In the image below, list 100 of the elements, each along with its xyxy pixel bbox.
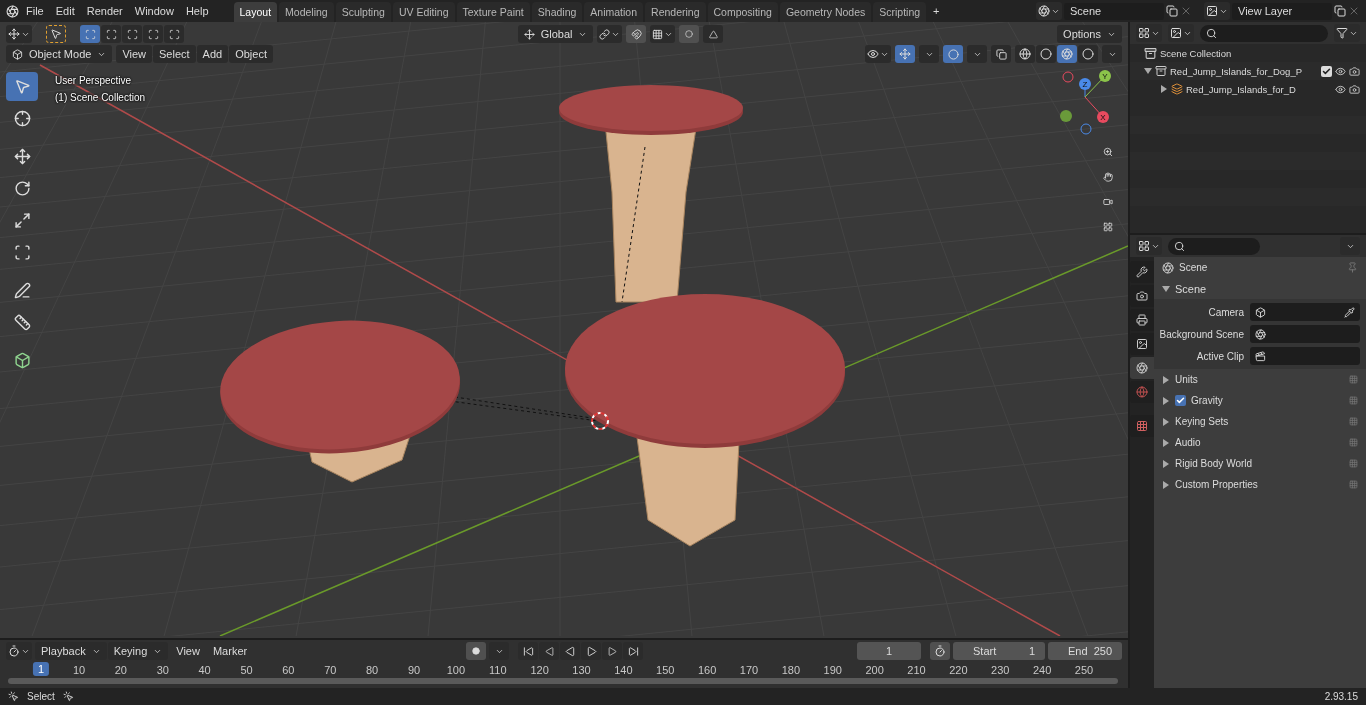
axis-handle[interactable]: Y — [1099, 70, 1111, 82]
shading-mode-button[interactable] — [1036, 45, 1056, 63]
view-layer-tab[interactable] — [1130, 333, 1154, 355]
panel-header[interactable]: Units — [1175, 374, 1344, 385]
menu-item[interactable]: Render — [81, 3, 128, 19]
workspace-tab[interactable]: Rendering — [645, 2, 706, 22]
expand-arrow-icon[interactable] — [1144, 67, 1152, 75]
panel-header[interactable]: Audio — [1175, 437, 1344, 448]
select-mode-button[interactable] — [143, 25, 163, 43]
expand-arrow-icon[interactable] — [1162, 284, 1170, 293]
search-field[interactable] — [1200, 24, 1328, 42]
viewport-menu[interactable]: Add — [196, 45, 229, 63]
panel-header[interactable]: Keying Sets — [1175, 416, 1344, 427]
workspace-tab[interactable]: Scripting — [873, 2, 927, 22]
viewport-menu[interactable]: Select — [153, 45, 196, 63]
workspace-tab[interactable]: Layout — [233, 2, 278, 22]
timeline-menu[interactable]: Keying — [107, 642, 169, 660]
select-mode-button[interactable] — [164, 25, 184, 43]
play-reverse-button[interactable] — [560, 642, 581, 660]
workspace-tab[interactable]: Texture Paint — [456, 2, 530, 22]
scene-selector-button[interactable] — [1036, 2, 1062, 20]
exclude-checkbox[interactable] — [1321, 65, 1332, 77]
overlay-toggle-button[interactable] — [943, 45, 963, 63]
property-field[interactable] — [1250, 325, 1360, 343]
outliner-item[interactable]: Scene Collection — [1160, 47, 1360, 59]
add-workspace-button[interactable]: + — [928, 3, 945, 19]
mode-dropdown[interactable]: Object Mode — [6, 45, 113, 63]
editor-type-button[interactable] — [6, 25, 32, 43]
proportional-edit-button[interactable] — [679, 25, 700, 43]
shading-mode-button[interactable] — [1078, 45, 1098, 63]
select-tool-button[interactable] — [6, 72, 38, 101]
menu-item[interactable]: Edit — [50, 3, 80, 19]
prev-keyframe-button[interactable] — [539, 642, 560, 660]
timer-button[interactable] — [930, 642, 950, 660]
expand-arrow-icon[interactable] — [1162, 480, 1170, 489]
view-layer-button[interactable] — [1168, 24, 1194, 42]
scene-tab[interactable] — [1130, 357, 1154, 379]
select-mode-button[interactable] — [80, 25, 100, 43]
select-mode-button[interactable] — [101, 25, 121, 43]
next-keyframe-button[interactable] — [602, 642, 623, 660]
expand-arrow-icon[interactable] — [1162, 459, 1170, 468]
viewport-menu[interactable]: View — [116, 45, 153, 63]
axis-handle[interactable]: X — [1097, 111, 1109, 123]
orientation-dropdown[interactable]: Global — [517, 25, 594, 43]
jump-end-button[interactable] — [623, 642, 644, 660]
visibility-button[interactable] — [865, 45, 891, 63]
scene-field[interactable]: Scene — [1064, 2, 1164, 20]
pivot-button[interactable] — [597, 25, 623, 43]
select-mode-button[interactable] — [122, 25, 142, 43]
editor-type-button[interactable] — [1136, 237, 1162, 255]
timeline-menu[interactable]: Marker — [207, 643, 253, 659]
timeline-scrollbar[interactable] — [8, 678, 1118, 684]
options-dropdown[interactable]: Options — [1057, 25, 1122, 43]
search-field[interactable] — [1168, 237, 1260, 255]
workspace-tab[interactable]: Animation — [584, 2, 644, 22]
property-field[interactable] — [1250, 347, 1360, 365]
falloff-button[interactable] — [703, 25, 724, 43]
play-button[interactable] — [581, 642, 602, 660]
expand-arrow-icon[interactable] — [1162, 375, 1170, 384]
property-field[interactable] — [1250, 303, 1360, 321]
editor-type-button[interactable] — [6, 642, 32, 660]
expand-arrow-icon[interactable] — [1162, 438, 1170, 447]
timeline-menu[interactable]: Playback — [35, 642, 107, 660]
workspace-tab[interactable]: UV Editing — [392, 2, 455, 22]
view-layer-field[interactable]: View Layer — [1232, 2, 1332, 20]
start-frame-field[interactable]: Start 1 — [953, 642, 1045, 660]
world-tab[interactable] — [1130, 381, 1154, 403]
axis-handle[interactable]: Z — [1079, 78, 1091, 90]
record-button[interactable] — [466, 642, 487, 660]
workspace-tab[interactable]: Modeling — [279, 2, 334, 22]
output-tab[interactable] — [1130, 309, 1154, 331]
workspace-tab[interactable]: Compositing — [707, 2, 778, 22]
display-mode-button[interactable] — [1136, 24, 1162, 42]
end-frame-field[interactable]: End 250 — [1048, 642, 1122, 660]
expand-arrow-icon[interactable] — [1162, 417, 1170, 426]
current-frame-field[interactable]: 1 — [857, 642, 921, 660]
view-layer-selector-button[interactable] — [1204, 2, 1230, 20]
expand-arrow-icon[interactable] — [1160, 85, 1168, 93]
panel-checkbox[interactable] — [1175, 395, 1186, 406]
playhead[interactable]: 1 — [32, 662, 50, 676]
jump-start-button[interactable] — [518, 642, 539, 660]
panel-header[interactable]: Scene — [1175, 282, 1207, 295]
snap-target-button[interactable] — [650, 25, 676, 43]
timeline-menu[interactable]: View — [171, 643, 205, 659]
panel-header[interactable]: Gravity — [1191, 395, 1344, 406]
workspace-tab[interactable]: Shading — [531, 2, 583, 22]
viewport-menu[interactable]: Object — [229, 45, 273, 63]
snap-button[interactable] — [626, 25, 647, 43]
tool-tab[interactable] — [1130, 261, 1154, 283]
texture-tab[interactable] — [1130, 415, 1154, 437]
panel-header[interactable]: Custom Properties — [1175, 479, 1344, 490]
workspace-tab[interactable]: Geometry Nodes — [779, 2, 872, 22]
panel-header[interactable]: Rigid Body World — [1175, 458, 1344, 469]
shading-mode-button[interactable] — [1015, 45, 1035, 63]
filter-button[interactable] — [1334, 24, 1360, 42]
active-tool-button[interactable] — [46, 25, 66, 43]
shading-mode-button[interactable] — [1057, 45, 1077, 63]
outliner-item[interactable]: Red_Jump_Islands_for_D — [1186, 83, 1332, 95]
outliner-item[interactable]: Red_Jump_Islands_for_Dog_P — [1170, 65, 1318, 77]
xray-button[interactable] — [991, 45, 1011, 63]
